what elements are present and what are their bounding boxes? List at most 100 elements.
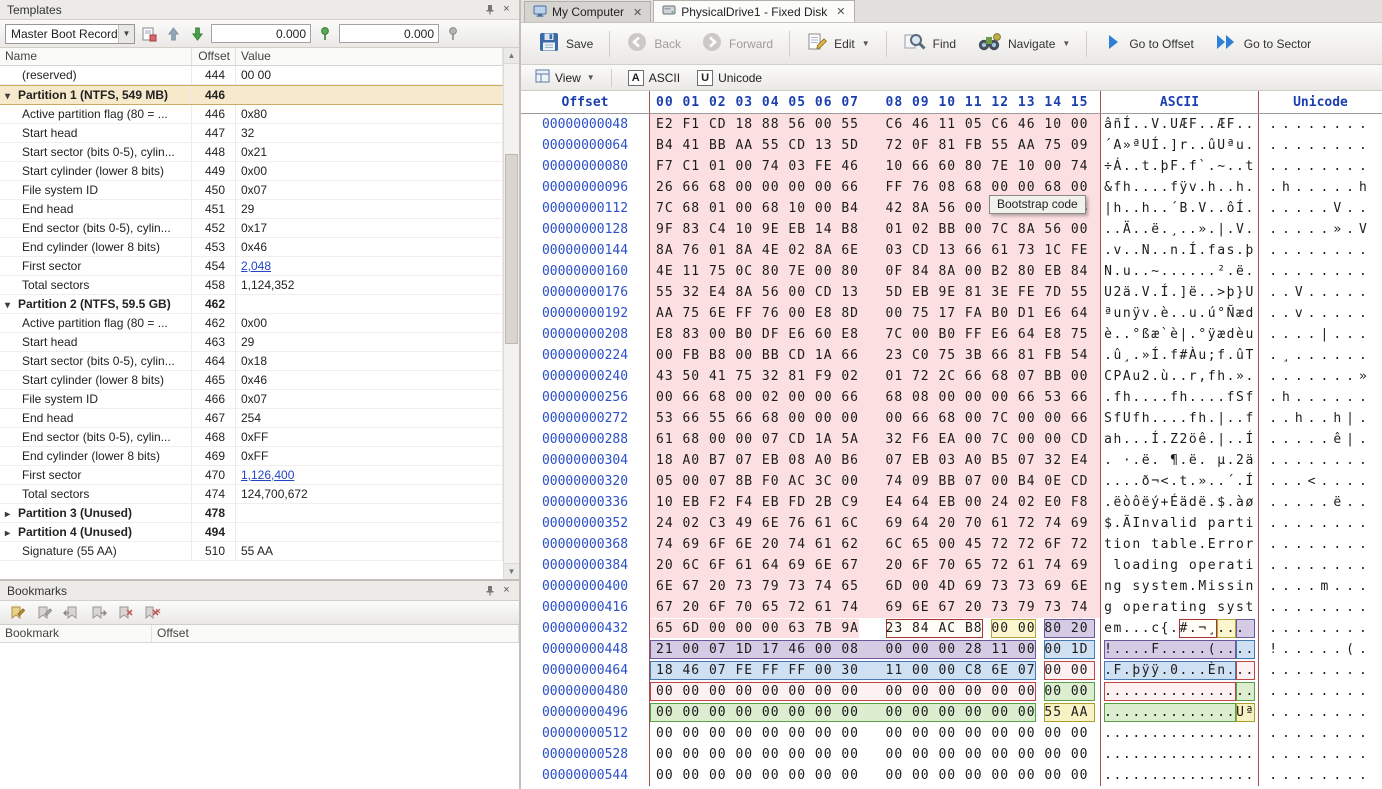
previous-bookmark-icon[interactable]: [61, 603, 81, 623]
scrollbar-track[interactable]: [504, 64, 519, 563]
collapse-icon[interactable]: ▾: [5, 88, 18, 104]
hex-region-disk-signature[interactable]: 23 84 AC B8: [886, 619, 983, 638]
unicode-text[interactable]: ........: [1259, 114, 1382, 135]
unicode-text[interactable]: .....ë..: [1259, 492, 1382, 513]
column-header-bookmark[interactable]: Bookmark: [0, 625, 152, 642]
hex-bytes[interactable]: 6E 67 20 73 79 73 74 65 6D 00 4D 69 73 7…: [649, 576, 1101, 597]
tab-close-icon[interactable]: ✕: [633, 6, 642, 19]
hex-bytes[interactable]: AA 75 6E FF 76 00 E8 8D 00 75 17 FA B0 D…: [649, 303, 1101, 324]
ascii-text[interactable]: ..............Uª: [1101, 702, 1259, 723]
unicode-text[interactable]: ....|...: [1259, 324, 1382, 345]
hex-region-bootstrap-code[interactable]: 65 6D 00 00 00 63 7B 9A: [650, 619, 859, 638]
ascii-text[interactable]: U2ä.V.Í.]ë..>þ}U: [1101, 282, 1259, 303]
hex-bytes[interactable]: B4 41 BB AA 55 CD 13 5D 72 0F 81 FB 55 A…: [649, 135, 1101, 156]
unicode-text[interactable]: ...<....: [1259, 471, 1382, 492]
hex-bytes[interactable]: 67 20 6F 70 65 72 61 74 69 6E 67 20 73 7…: [649, 597, 1101, 618]
hex-bytes[interactable]: F7 C1 01 00 74 03 FE 46 10 66 60 80 7E 1…: [649, 156, 1101, 177]
template-field-row[interactable]: Signature (55 AA)51055 AA: [0, 542, 503, 561]
ascii-text[interactable]: ÷Á..t.þF.f`.~..t: [1101, 156, 1259, 177]
unicode-text[interactable]: ....m...: [1259, 576, 1382, 597]
hex-bytes[interactable]: 21 00 07 1D 17 46 00 08 00 00 00 28 11 0…: [649, 639, 1101, 660]
ascii-text[interactable]: CPAu2.ù..r,fh.».: [1101, 366, 1259, 387]
ascii-text[interactable]: .fh....fh....fSf: [1101, 387, 1259, 408]
ascii-text[interactable]: ng system.Missin: [1101, 576, 1259, 597]
unicode-text[interactable]: !.....(.: [1259, 639, 1382, 660]
template-field-row[interactable]: Active partition flag (80 = ...4620x00: [0, 314, 503, 333]
ascii-text[interactable]: SfUfh....fh.|..f: [1101, 408, 1259, 429]
templates-scrollbar[interactable]: ▲ ▼: [503, 48, 519, 579]
ascii-toggle-button[interactable]: A ASCII: [622, 68, 686, 88]
hex-bytes[interactable]: 00 00 00 00 00 00 00 00 00 00 00 00 00 0…: [649, 723, 1101, 744]
template-manager-icon[interactable]: [139, 24, 159, 44]
hex-region-partition-2[interactable]: 18 46 07 FE FF FF 00 30 11 00 00 C8 6E 0…: [650, 661, 1036, 680]
template-field-row[interactable]: Start sector (bits 0-5), cylin...4640x18: [0, 352, 503, 371]
unicode-text[interactable]: ........: [1259, 261, 1382, 282]
unicode-text[interactable]: .....V..: [1259, 198, 1382, 219]
view-button[interactable]: View ▼: [529, 67, 601, 88]
hex-bytes[interactable]: 00 00 00 00 00 00 00 00 00 00 00 00 00 0…: [649, 744, 1101, 765]
template-field-row[interactable]: File system ID4500x07: [0, 181, 503, 200]
unicode-text[interactable]: ........: [1259, 156, 1382, 177]
hex-bytes[interactable]: 43 50 41 75 32 81 F9 02 01 72 2C 66 68 0…: [649, 366, 1101, 387]
unicode-text[interactable]: ........: [1259, 555, 1382, 576]
hex-bytes-plain[interactable]: 00 00 00 00 00 00 00 00 00 00 00 00 00 0…: [656, 745, 1089, 764]
navigate-button[interactable]: Navigate ▼: [967, 26, 1079, 61]
previous-record-icon[interactable]: [163, 24, 183, 44]
unicode-text[interactable]: ........: [1259, 702, 1382, 723]
template-field-row[interactable]: Total sectors4581,124,352: [0, 276, 503, 295]
ascii-text[interactable]: .ëòôëý+Éädë.$.àø: [1101, 492, 1259, 513]
ascii-column-header[interactable]: ASCII: [1101, 91, 1259, 113]
column-header-name[interactable]: Name: [0, 48, 192, 65]
ascii-text[interactable]: g operating syst: [1101, 597, 1259, 618]
hex-bytes[interactable]: 18 46 07 FE FF FF 00 30 11 00 00 C8 6E 0…: [649, 660, 1101, 681]
edit-bookmark-icon[interactable]: [34, 603, 54, 623]
hex-bytes[interactable]: E2 F1 CD 18 88 56 00 55 C6 46 11 05 C6 4…: [649, 114, 1101, 135]
unicode-text[interactable]: ........: [1259, 723, 1382, 744]
remove-all-bookmarks-icon[interactable]: [142, 603, 162, 623]
ascii-text[interactable]: .û¸.»Í.f#Àu;f.ûT: [1101, 345, 1259, 366]
unicode-text[interactable]: .......»: [1259, 366, 1382, 387]
scrollbar-thumb[interactable]: [505, 154, 518, 344]
hex-bytes[interactable]: 00 00 00 00 00 00 00 00 00 00 00 00 00 0…: [649, 681, 1101, 702]
ascii-text[interactable]: !....F.....(....: [1101, 639, 1259, 660]
hex-bytes[interactable]: 65 6D 00 00 00 63 7B 9A 23 84 AC B8 00 0…: [649, 618, 1101, 639]
hex-bytes[interactable]: 20 6C 6F 61 64 69 6E 67 20 6F 70 65 72 6…: [649, 555, 1101, 576]
ascii-text[interactable]: ah...Í.Z2öê.|..Í: [1101, 429, 1259, 450]
template-field-row[interactable]: Start sector (bits 0-5), cylin...4480x21: [0, 143, 503, 162]
template-field-row[interactable]: (reserved)44400 00: [0, 66, 503, 85]
panel-close-icon[interactable]: ×: [498, 583, 515, 598]
forward-button[interactable]: Forward: [692, 26, 782, 61]
panel-close-icon[interactable]: ×: [498, 2, 515, 17]
scroll-up-icon[interactable]: ▲: [504, 48, 519, 64]
expand-icon[interactable]: ▸: [5, 506, 18, 522]
unicode-text[interactable]: ........: [1259, 660, 1382, 681]
hex-region-partition-4[interactable]: 00 00 00 00 00 00 00 00 00 00 00 00 00 0…: [650, 703, 1036, 722]
template-group-row[interactable]: ▸Partition 4 (Unused)494: [0, 523, 503, 542]
hex-bytes[interactable]: 4E 11 75 0C 80 7E 00 80 0F 84 8A 00 B2 8…: [649, 261, 1101, 282]
column-header-value[interactable]: Value: [236, 48, 503, 65]
template-field-row[interactable]: End cylinder (lower 8 bits)4690xFF: [0, 447, 503, 466]
template-group-row[interactable]: ▸Partition 3 (Unused)478: [0, 504, 503, 523]
back-button[interactable]: Back: [617, 26, 690, 61]
ascii-text[interactable]: ....ð¬<.t.»..´.Í: [1101, 471, 1259, 492]
field-value-link[interactable]: 1,126,400: [241, 468, 294, 482]
unicode-text[interactable]: ........: [1259, 618, 1382, 639]
hex-region-reserved[interactable]: 00 00: [991, 619, 1035, 638]
edit-button[interactable]: Edit ▼: [797, 26, 879, 61]
hex-region-partition-3[interactable]: 00 00 00 00 00 00 00 00 00 00 00 00 00 0…: [650, 682, 1036, 701]
hex-bytes-plain[interactable]: 00 00 00 00 00 00 00 00 00 00 00 00 00 0…: [656, 766, 1089, 785]
next-bookmark-icon[interactable]: [88, 603, 108, 623]
ascii-text[interactable]: $.ÃInvalid parti: [1101, 513, 1259, 534]
collapse-icon[interactable]: ▾: [5, 297, 18, 313]
unicode-text[interactable]: .....».V: [1259, 219, 1382, 240]
hex-bytes[interactable]: 53 66 55 66 68 00 00 00 00 66 68 00 7C 0…: [649, 408, 1101, 429]
unicode-text[interactable]: ........: [1259, 534, 1382, 555]
template-field-row[interactable]: End head45129: [0, 200, 503, 219]
scroll-down-icon[interactable]: ▼: [504, 563, 519, 579]
hex-region-partition-1[interactable]: 80 20: [1044, 619, 1094, 638]
goto-sector-button[interactable]: Go to Sector: [1205, 27, 1320, 60]
ascii-text[interactable]: loading operati: [1101, 555, 1259, 576]
hex-bytes[interactable]: 00 66 68 00 02 00 00 66 68 08 00 00 00 6…: [649, 387, 1101, 408]
field-value-link[interactable]: 2,048: [241, 259, 271, 273]
unicode-text[interactable]: ........: [1259, 450, 1382, 471]
